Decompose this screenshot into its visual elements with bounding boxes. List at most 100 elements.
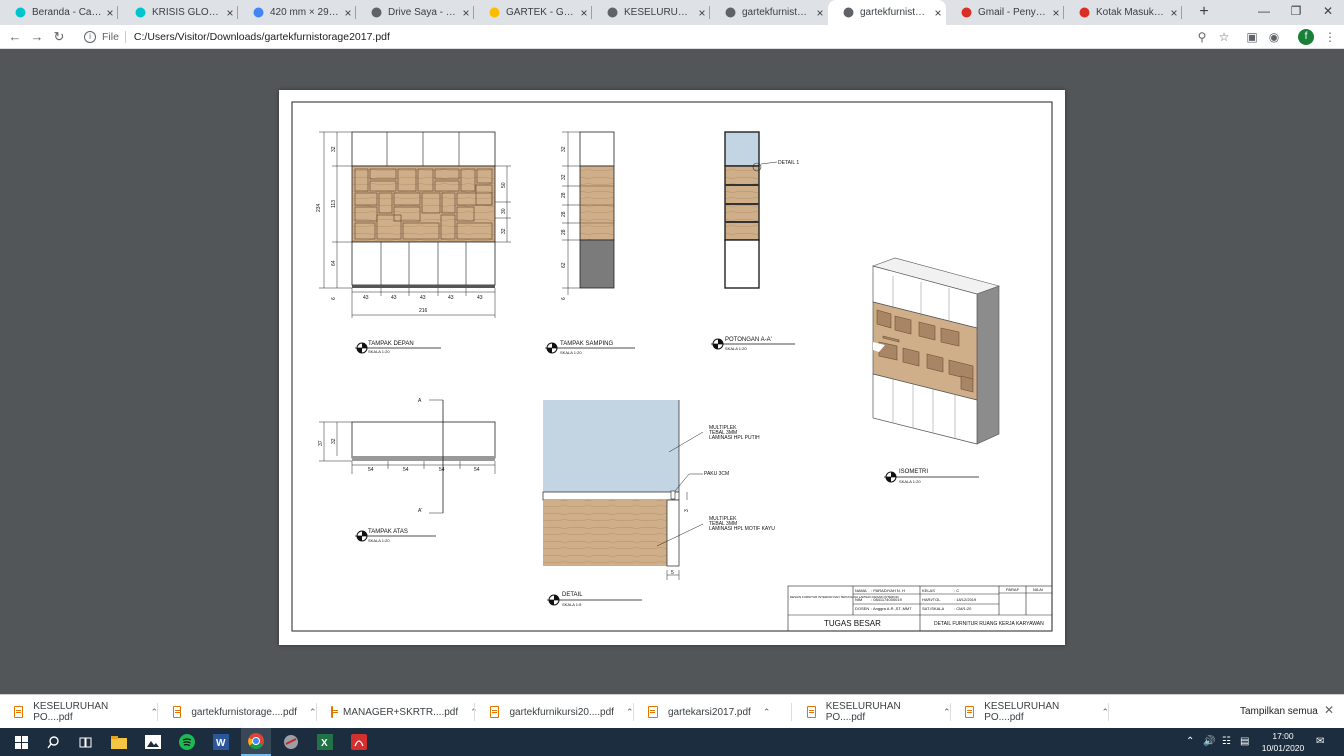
task-view-icon[interactable] <box>70 728 100 756</box>
close-tab-icon[interactable]: × <box>930 6 946 20</box>
cast-icon[interactable]: ▣ <box>1244 29 1260 45</box>
close-tab-icon[interactable]: × <box>576 6 592 20</box>
svg-text:43: 43 <box>420 295 426 301</box>
new-tab-button[interactable]: + <box>1194 2 1214 22</box>
pdf-page: 234 32 113 64 6 43 43 43 43 43 216 50 30… <box>279 90 1065 645</box>
svg-text:TUGAS BESAR: TUGAS BESAR <box>824 619 881 628</box>
tab[interactable]: KESELURUHAN POT× <box>592 0 710 25</box>
url-text[interactable]: C:/Users/Visitor/Downloads/gartekfurnist… <box>134 31 390 43</box>
close-tab-icon[interactable]: × <box>102 6 118 20</box>
menu-icon[interactable]: ⋮ <box>1322 29 1338 45</box>
tab[interactable]: gartekfurnistorage2× <box>710 0 828 25</box>
svg-text:43: 43 <box>477 295 483 301</box>
svg-text:NILAI: NILAI <box>1033 587 1043 592</box>
spotify-icon[interactable] <box>172 728 202 756</box>
download-item[interactable]: KESELURUHAN PO....pdf ⌃ <box>793 695 951 729</box>
app-icon[interactable] <box>276 728 306 756</box>
tab[interactable]: Drive Saya - Google× <box>356 0 474 25</box>
divider <box>124 31 126 43</box>
svg-text:ISOMETRI: ISOMETRI <box>899 469 928 475</box>
svg-text:234: 234 <box>316 203 322 212</box>
close-tab-icon[interactable]: × <box>1048 6 1064 20</box>
address-bar[interactable]: i File C:/Users/Visitor/Downloads/gartek… <box>76 27 1236 47</box>
close-tab-icon[interactable]: × <box>458 6 474 20</box>
file-explorer-icon[interactable] <box>104 728 134 756</box>
svg-text:64: 64 <box>331 260 337 266</box>
tab-strip: Beranda - Canva × KRISIS GLOBAL × 420 mm × 2… <box>0 0 1344 25</box>
close-tab-icon[interactable]: × <box>1166 6 1182 20</box>
tab[interactable]: GARTEK - Google D× <box>474 0 592 25</box>
acrobat-icon[interactable] <box>344 728 374 756</box>
svg-text:DOSEN: DOSEN <box>855 606 869 611</box>
close-tab-icon[interactable]: × <box>340 6 356 20</box>
download-item[interactable]: gartekfurnistorage....pdf ⌃ <box>159 695 317 729</box>
notifications-icon[interactable]: ✉ <box>1316 736 1324 747</box>
extension-icon[interactable]: ◉ <box>1266 29 1282 45</box>
canva-icon <box>134 7 146 19</box>
download-item[interactable]: KESELURUHAN PO....pdf ⌃ <box>951 695 1109 729</box>
photos-icon[interactable] <box>138 728 168 756</box>
svg-text:: CM/1:20: : CM/1:20 <box>954 606 972 611</box>
clock-date: 10/01/2020 <box>1261 743 1305 753</box>
bookmark-star-icon[interactable]: ☆ <box>1216 29 1232 45</box>
tab[interactable]: 420 mm × 297 mm× <box>238 0 356 25</box>
detail-view: MULTIPLEK TEBAL 3MM LAMINASI HPL PUTIH P… <box>542 400 775 580</box>
excel-icon[interactable]: X <box>310 728 340 756</box>
chevron-up-icon[interactable]: ⌃ <box>763 707 771 718</box>
close-tab-icon[interactable]: × <box>222 6 238 20</box>
svg-text:X: X <box>321 738 328 749</box>
input-icon[interactable]: ▤ <box>1240 736 1249 747</box>
download-item[interactable]: KESELURUHAN PO....pdf ⌃ <box>0 695 158 729</box>
network-icon[interactable]: ☷ <box>1222 736 1231 747</box>
close-downloads-icon[interactable]: ✕ <box>1324 703 1334 717</box>
back-button[interactable]: ← <box>6 28 24 46</box>
tab[interactable]: Kotak Masuk (491)× <box>1064 0 1182 25</box>
svg-text:TAMPAK SAMPING: TAMPAK SAMPING <box>560 341 613 347</box>
svg-text:PAKU 3CM: PAKU 3CM <box>704 471 729 477</box>
pdf-file-icon <box>489 706 500 718</box>
forward-button[interactable]: → <box>28 28 46 46</box>
pdf-file-icon <box>965 706 975 718</box>
svg-text:30: 30 <box>501 208 507 214</box>
search-icon[interactable] <box>38 728 68 756</box>
pdf-file-icon <box>172 706 182 718</box>
close-tab-icon[interactable]: × <box>812 6 828 20</box>
svg-text:54: 54 <box>368 467 374 473</box>
svg-text:: Anggra A.R.,ST.,MMT: : Anggra A.R.,ST.,MMT <box>871 606 912 611</box>
svg-text:: 18/12/2019: : 18/12/2019 <box>954 597 977 602</box>
windows-start-icon[interactable] <box>6 728 36 756</box>
download-item[interactable]: gartekfurnikursi20....pdf ⌃ <box>476 695 634 729</box>
info-icon[interactable]: i <box>84 31 96 43</box>
svg-text:: C: : C <box>954 588 959 593</box>
svg-text:50: 50 <box>501 182 507 188</box>
show-all-button[interactable]: Tampilkan semua <box>1230 703 1328 721</box>
svg-text:SKALA 1:20: SKALA 1:20 <box>368 538 390 543</box>
restore-button[interactable]: ❐ <box>1280 0 1312 25</box>
tab-title: 420 mm × 297 mm <box>270 7 340 18</box>
svg-text:43: 43 <box>448 295 454 301</box>
close-window-button[interactable]: ✕ <box>1312 0 1344 25</box>
volume-icon[interactable]: 🔊 <box>1203 736 1215 747</box>
close-tab-icon[interactable]: × <box>694 6 710 20</box>
svg-text:62: 62 <box>561 262 567 268</box>
toolbar: ← → ↻ i File C:/Users/Visitor/Downloads/… <box>0 25 1344 49</box>
minimize-button[interactable]: — <box>1248 0 1280 25</box>
tab[interactable]: gartekfurnistorage2× <box>828 0 946 25</box>
download-item[interactable]: MANAGER+SKRTR....pdf⌃ <box>317 695 478 729</box>
svg-text:LAMINASI HPL PUTIH: LAMINASI HPL PUTIH <box>709 435 760 441</box>
tray-chevron-icon[interactable]: ⌃ <box>1186 736 1194 747</box>
download-item[interactable]: gartekarsi2017.pdf ⌃ <box>634 695 792 729</box>
profile-avatar[interactable]: f <box>1298 29 1314 45</box>
tab-title: Gmail - Penyimpan <box>978 7 1048 18</box>
svg-text:SKALA 1:20: SKALA 1:20 <box>725 346 747 351</box>
zoom-icon[interactable]: ⚲ <box>1194 29 1210 45</box>
tab[interactable]: Gmail - Penyimpan× <box>946 0 1064 25</box>
chrome-icon[interactable] <box>241 728 271 756</box>
svg-text:DETAIL FURNITUR RUANG KERJA KA: DETAIL FURNITUR RUANG KERJA KARYAWAN <box>934 621 1044 627</box>
download-filename: MANAGER+SKRTR....pdf <box>343 706 459 718</box>
tab[interactable]: Beranda - Canva × <box>0 0 118 25</box>
tab[interactable]: KRISIS GLOBAL × <box>120 0 238 25</box>
reload-button[interactable]: ↻ <box>50 28 68 46</box>
word-icon[interactable]: W <box>206 728 236 756</box>
system-clock[interactable]: 17:00 10/01/2020 <box>1258 730 1308 754</box>
